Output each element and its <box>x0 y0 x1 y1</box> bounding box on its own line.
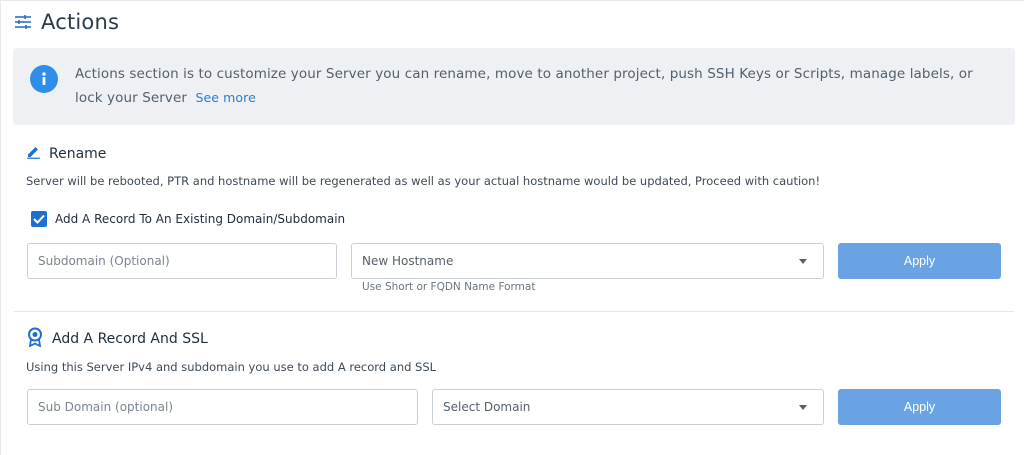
domain-placeholder: Select Domain <box>443 400 531 414</box>
chevron-down-icon <box>799 404 807 410</box>
badge-icon <box>26 327 44 351</box>
hostname-select[interactable]: New Hostname <box>351 243 824 279</box>
subdomain-input[interactable]: Subdomain (Optional) <box>27 243 337 279</box>
ssl-apply-button[interactable]: Apply <box>838 389 1001 425</box>
section-divider <box>14 311 1014 312</box>
info-icon <box>30 65 58 93</box>
hostname-hint: Use Short or FQDN Name Format <box>362 281 536 293</box>
sliders-icon <box>14 14 32 30</box>
subdomain-placeholder: Subdomain (Optional) <box>38 254 170 268</box>
pencil-icon <box>26 144 41 163</box>
rename-title: Rename <box>49 145 107 162</box>
ssl-title: Add A Record And SSL <box>52 331 208 347</box>
add-record-checkbox-label: Add A Record To An Existing Domain/Subdo… <box>55 212 346 226</box>
ssl-description: Using this Server IPv4 and subdomain you… <box>26 360 437 374</box>
rename-section-title: Rename <box>26 144 106 163</box>
add-record-checkbox-row[interactable]: Add A Record To An Existing Domain/Subdo… <box>31 211 345 227</box>
info-banner: Actions section is to customize your Ser… <box>13 48 1015 125</box>
sub-domain-placeholder: Sub Domain (optional) <box>38 400 174 414</box>
rename-apply-button[interactable]: Apply <box>838 243 1001 279</box>
chevron-down-icon <box>799 258 807 264</box>
sub-domain-input[interactable]: Sub Domain (optional) <box>27 389 418 425</box>
ssl-section-title: Add A Record And SSL <box>26 327 208 351</box>
rename-description: Server will be rebooted, PTR and hostnam… <box>26 174 821 188</box>
see-more-link[interactable]: See more <box>195 90 255 105</box>
domain-select[interactable]: Select Domain <box>432 389 824 425</box>
page-header: Actions <box>14 8 119 36</box>
add-record-checkbox[interactable] <box>31 211 47 227</box>
hostname-placeholder: New Hostname <box>362 254 454 268</box>
page-title: Actions <box>41 10 120 34</box>
info-text: Actions section is to customize your Ser… <box>75 63 995 110</box>
